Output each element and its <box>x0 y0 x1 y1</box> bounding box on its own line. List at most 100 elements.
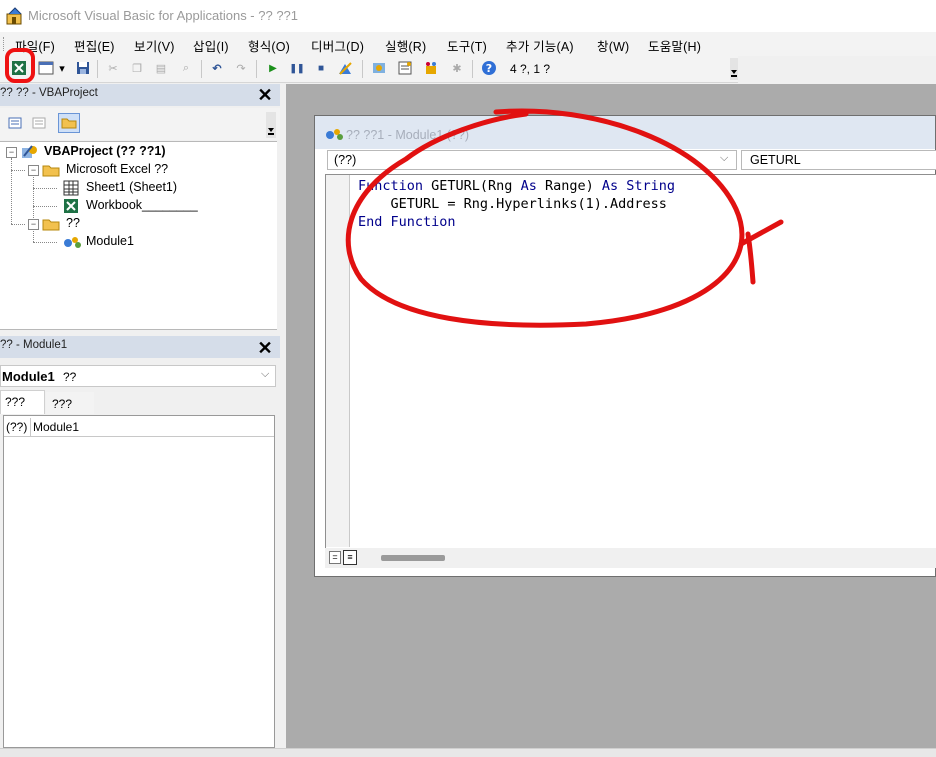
tree-item-excel-objects[interactable]: Microsoft Excel ?? <box>66 162 168 176</box>
menu-bar: 파일(F) 편집(E) 보기(V) 삽입(I) 형식(O) 디버그(D) 실행(… <box>0 32 936 56</box>
menu-grip <box>3 37 6 51</box>
cut-icon[interactable]: ✂ <box>104 59 122 77</box>
paste-icon[interactable]: ▤ <box>152 59 170 77</box>
code-text: Range) <box>536 178 602 194</box>
find-icon[interactable]: ⌕ <box>177 59 195 77</box>
toolbar-separator <box>362 60 363 78</box>
menu-format[interactable]: 형식(O) <box>248 36 290 55</box>
insert-userform-icon[interactable] <box>37 59 55 77</box>
toggle-folders-icon[interactable] <box>58 113 80 133</box>
cursor-position: 4 ?, 1 ? <box>510 62 551 76</box>
save-icon[interactable] <box>74 59 92 77</box>
undo-icon[interactable]: ↶ <box>208 59 226 77</box>
properties-window-icon[interactable] <box>396 59 414 77</box>
menu-edit[interactable]: 편집(E) <box>74 36 115 55</box>
help-icon[interactable]: ? <box>480 59 498 77</box>
collapse-modules-icon[interactable]: − <box>28 219 39 230</box>
property-value[interactable]: Module1 <box>33 420 79 434</box>
view-object-icon[interactable] <box>32 116 46 130</box>
workbook-icon <box>62 198 80 214</box>
menu-tools[interactable]: 도구(T) <box>447 36 487 55</box>
code-line-3[interactable]: End Function <box>358 214 456 230</box>
view-code-icon[interactable] <box>8 116 22 130</box>
reset-icon[interactable]: ■ <box>312 59 330 77</box>
module-icon <box>62 234 84 250</box>
combo-object-type: ?? <box>63 370 77 384</box>
folder-open-icon <box>42 162 62 178</box>
tree-item-workbook[interactable]: Workbook________ <box>86 198 198 212</box>
chevron-down-icon[interactable]: ⌵ <box>720 152 728 165</box>
code-keyword: As <box>601 178 619 194</box>
procedure-combo-value: GETURL <box>750 153 801 167</box>
code-margin[interactable] <box>326 175 350 547</box>
redo-icon[interactable]: ↷ <box>232 59 250 77</box>
object-browser-icon[interactable] <box>422 59 440 77</box>
properties-pane-header: ?? - Module1 ✕ <box>0 336 280 358</box>
title-bar: Microsoft Visual Basic for Applications … <box>0 0 936 32</box>
menu-window[interactable]: 창(W) <box>597 36 629 55</box>
code-window-title: ?? ??1 - Module1 (??) <box>346 128 469 142</box>
pane-toolbar-overflow-icon[interactable] <box>266 112 276 138</box>
close-properties-pane-icon[interactable]: ✕ <box>256 339 274 357</box>
tree-item-vbaproject[interactable]: VBAProject (?? ??1) <box>44 144 166 158</box>
properties-object-combo[interactable]: Module1 ?? ⌵ <box>0 365 276 387</box>
chevron-down-icon[interactable]: ⌵ <box>261 368 269 381</box>
properties-pane-title: ?? - Module1 <box>0 339 68 351</box>
menu-view[interactable]: 보기(V) <box>134 36 175 55</box>
menu-insert[interactable]: 삽입(I) <box>193 36 229 55</box>
combo-object-name: Module1 <box>2 369 55 384</box>
break-icon[interactable]: ❚❚ <box>288 59 306 77</box>
toolbar-separator <box>472 60 473 78</box>
code-keyword: Function <box>358 178 424 194</box>
toolbox-icon[interactable]: ✱ <box>448 59 466 77</box>
property-label: (??) <box>6 420 28 434</box>
design-mode-icon[interactable] <box>336 59 354 77</box>
procedure-combo[interactable]: GETURL <box>741 150 936 170</box>
object-combo[interactable]: (??) ⌵ <box>327 150 737 170</box>
object-combo-value: (??) <box>334 153 357 167</box>
tab-alphabetic[interactable]: ??? <box>0 390 45 414</box>
menu-help[interactable]: 도움말(H) <box>648 36 701 55</box>
vba-app-icon <box>6 7 24 25</box>
menu-debug[interactable]: 디버그(D) <box>311 36 364 55</box>
project-explorer-icon[interactable] <box>370 59 388 77</box>
full-module-view-icon[interactable]: ≡ <box>343 550 357 565</box>
run-icon[interactable]: ▶ <box>264 59 282 77</box>
project-tree: − VBAProject (?? ??1) − Microsoft Excel … <box>0 141 277 330</box>
menu-addins[interactable]: 추가 기능(A) <box>506 36 574 55</box>
toolbar-overflow-icon[interactable] <box>730 58 738 80</box>
code-window: ?? ??1 - Module1 (??) (??) ⌵ GETURL Func… <box>314 115 936 577</box>
horizontal-scrollbar-thumb[interactable] <box>381 555 445 561</box>
insert-dropdown-icon[interactable]: ▾ <box>57 59 67 77</box>
tab-alphabetic-label: ??? <box>5 395 26 409</box>
collapse-excel-objects-icon[interactable]: − <box>28 165 39 176</box>
vbaproject-icon <box>20 144 40 160</box>
tree-item-modules[interactable]: ?? <box>66 216 80 230</box>
toolbar-separator <box>256 60 257 78</box>
tree-item-sheet1[interactable]: Sheet1 (Sheet1) <box>86 180 177 194</box>
code-text: GETURL(Rng <box>423 178 521 194</box>
collapse-vbaproject-icon[interactable]: − <box>6 147 17 158</box>
project-pane-header: ?? ?? - VBAProject ✕ <box>0 84 280 106</box>
procedure-view-icon[interactable]: = <box>329 551 341 564</box>
code-editor[interactable]: Function GETURL(Rng As Range) As String … <box>325 174 936 548</box>
toolbar-separator <box>201 60 202 78</box>
code-line-1[interactable]: Function GETURL(Rng As Range) As String <box>358 178 675 194</box>
worksheet-icon <box>62 180 80 196</box>
toolbar-separator <box>97 60 98 78</box>
code-window-titlebar[interactable]: ?? ??1 - Module1 (??) <box>315 116 935 149</box>
code-keyword: String <box>626 178 676 194</box>
properties-list: (??) Module1 <box>3 415 275 748</box>
project-pane-toolbar <box>0 108 280 140</box>
tree-item-module1[interactable]: Module1 <box>86 234 134 248</box>
tab-categorized[interactable]: ??? <box>46 392 94 414</box>
property-row-name[interactable]: (??) Module1 <box>4 418 274 437</box>
module-icon <box>324 126 344 142</box>
folder-open-icon <box>42 216 62 232</box>
menu-run[interactable]: 실행(R) <box>385 36 426 55</box>
window-title: Microsoft Visual Basic for Applications … <box>28 8 299 23</box>
copy-icon[interactable]: ❐ <box>128 59 146 77</box>
red-highlight-box <box>5 48 35 83</box>
code-line-2[interactable]: GETURL = Rng.Hyperlinks(1).Address <box>358 196 667 212</box>
close-project-pane-icon[interactable]: ✕ <box>256 86 274 104</box>
